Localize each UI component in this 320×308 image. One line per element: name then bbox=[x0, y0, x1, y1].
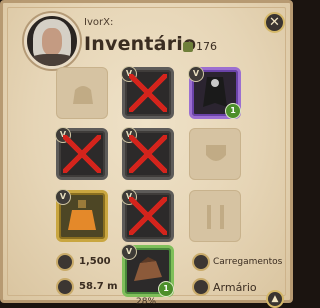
durability-percent: 28% bbox=[136, 297, 157, 307]
bag-slot[interactable] bbox=[56, 67, 108, 119]
fork-knife-icon bbox=[207, 205, 224, 229]
close-button[interactable]: ✕ bbox=[264, 12, 285, 33]
shield-icon bbox=[206, 145, 226, 161]
tier-badge: V bbox=[121, 127, 137, 143]
mainhand-slot[interactable]: V bbox=[55, 127, 108, 180]
page-title: Inventário bbox=[84, 33, 197, 55]
offhand-slot[interactable] bbox=[189, 128, 241, 180]
wardrobe-link[interactable]: Armário bbox=[213, 281, 257, 294]
loadout-icon[interactable] bbox=[192, 253, 210, 271]
head-slot[interactable]: V bbox=[121, 66, 174, 119]
potion-slot[interactable]: V bbox=[55, 189, 108, 242]
tier-badge: V bbox=[121, 189, 137, 205]
inventory-panel: IvorX: Inventário 176 ✕ V V 1 V V V V V … bbox=[0, 0, 293, 308]
mount-slot[interactable]: V 1 bbox=[121, 244, 174, 297]
bag-icon bbox=[73, 86, 93, 104]
cape-slot[interactable]: V 1 bbox=[188, 66, 241, 119]
tier-badge: V bbox=[121, 244, 137, 260]
tier-badge: V bbox=[121, 66, 137, 82]
distance-icon bbox=[56, 278, 74, 296]
username: IvorX: bbox=[84, 17, 114, 28]
silver-value: 1,500 bbox=[79, 256, 111, 267]
quantity-badge: 1 bbox=[158, 281, 174, 297]
shoes-slot[interactable]: V bbox=[121, 189, 174, 242]
distance-value: 58.7 m bbox=[79, 281, 118, 292]
silver-icon bbox=[56, 253, 74, 271]
tier-badge: V bbox=[55, 189, 71, 205]
tier-badge: V bbox=[55, 127, 71, 143]
avatar-face bbox=[42, 28, 62, 56]
quantity-badge: 1 bbox=[225, 103, 241, 119]
tier-badge: V bbox=[188, 66, 204, 82]
wardrobe-icon[interactable] bbox=[192, 278, 210, 296]
scroll-up-button[interactable]: ▲ bbox=[266, 290, 284, 308]
chest-slot[interactable]: V bbox=[121, 127, 174, 180]
weight-icon bbox=[183, 42, 193, 52]
food-slot[interactable] bbox=[189, 190, 241, 242]
avatar[interactable] bbox=[24, 13, 80, 69]
weight-value: 176 bbox=[196, 40, 217, 53]
loadouts-link[interactable]: Carregamentos bbox=[213, 257, 282, 267]
